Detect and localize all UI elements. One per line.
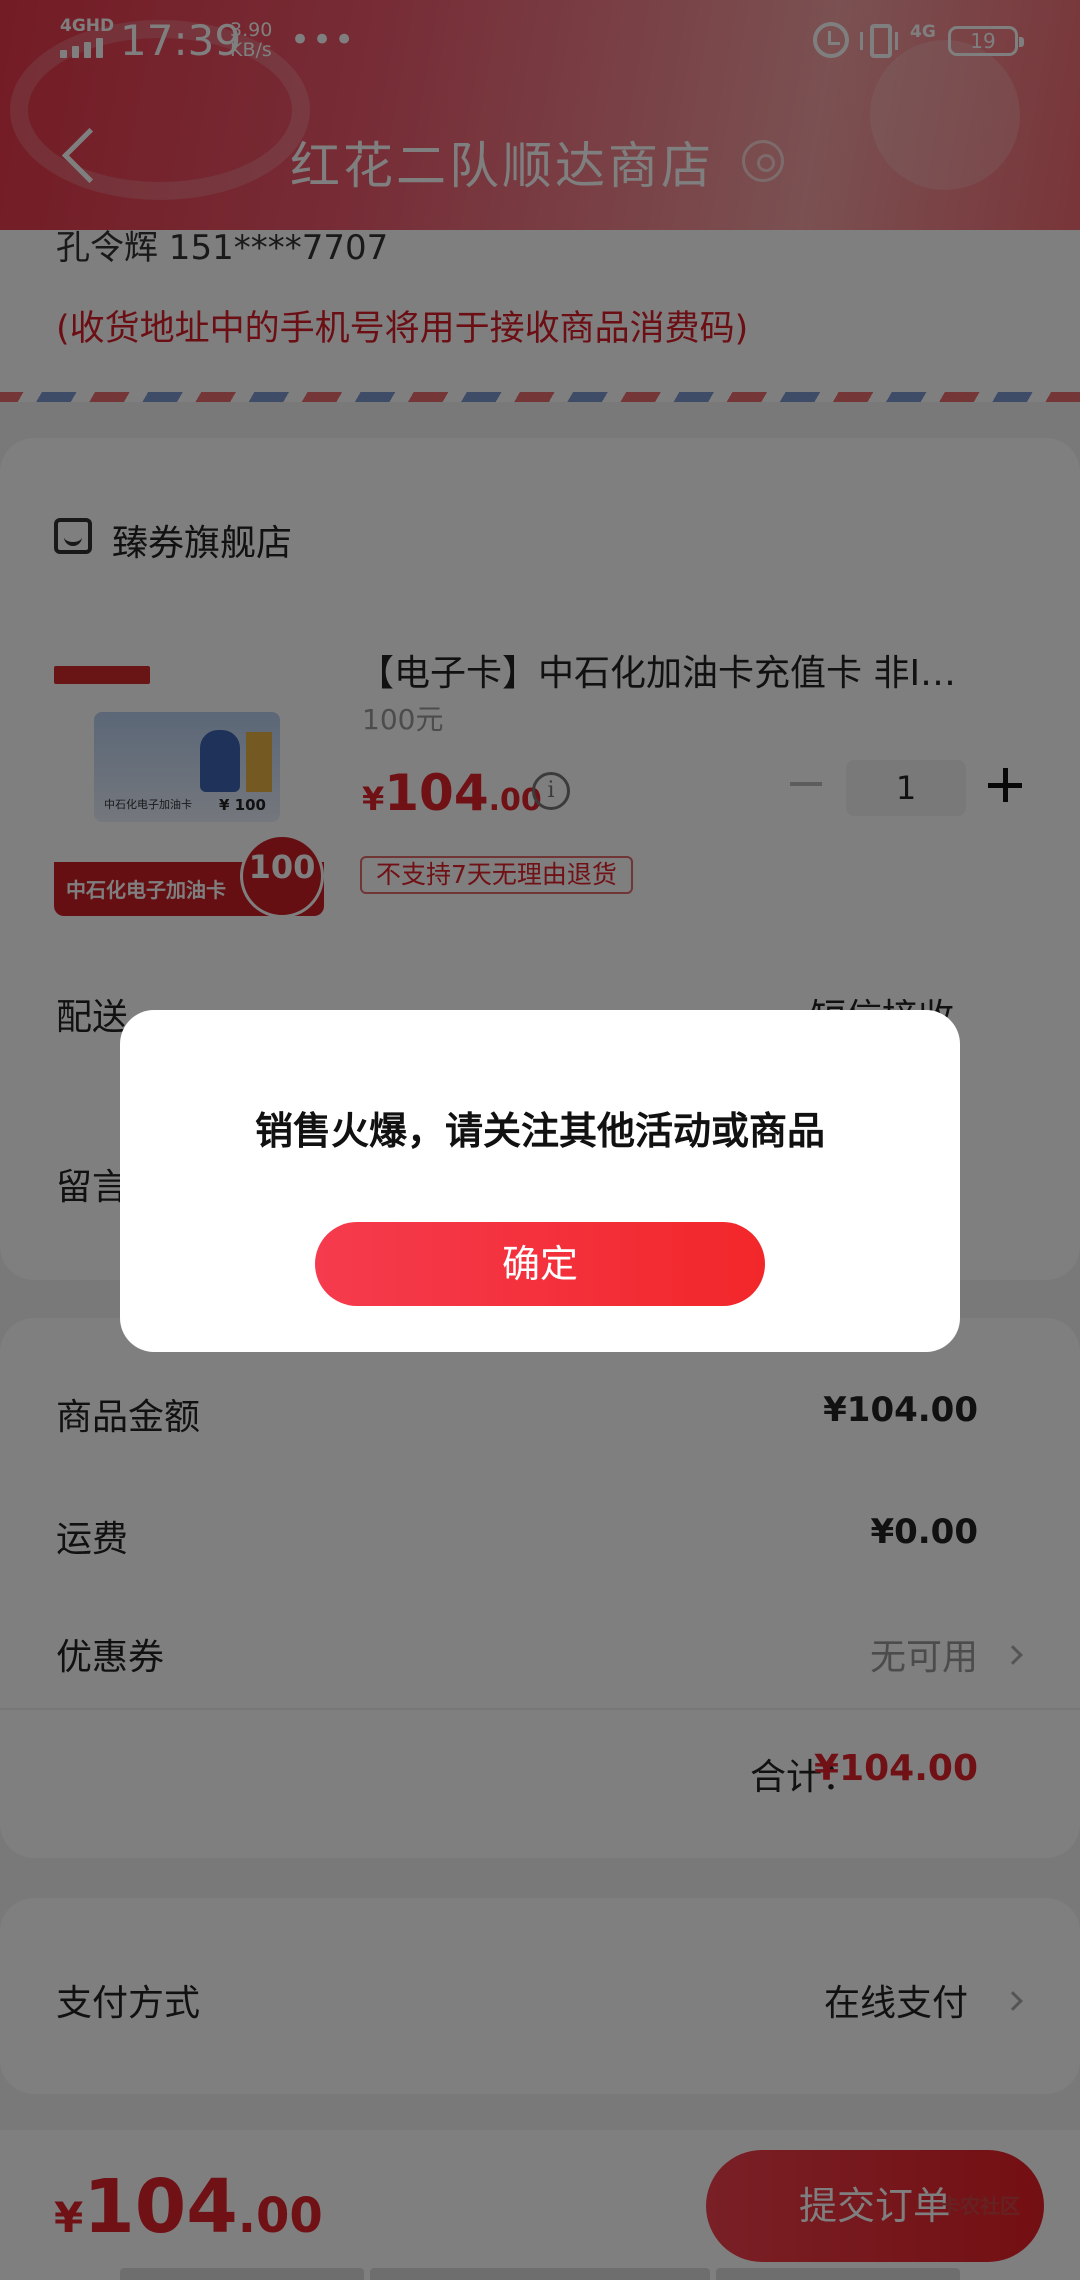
dialog-message: 销售火爆，请关注其他活动或商品 [254, 1109, 825, 1153]
alert-dialog: 销售火爆，请关注其他活动或商品 确定 [120, 1010, 960, 1352]
confirm-button[interactable]: 确定 [315, 1222, 765, 1306]
